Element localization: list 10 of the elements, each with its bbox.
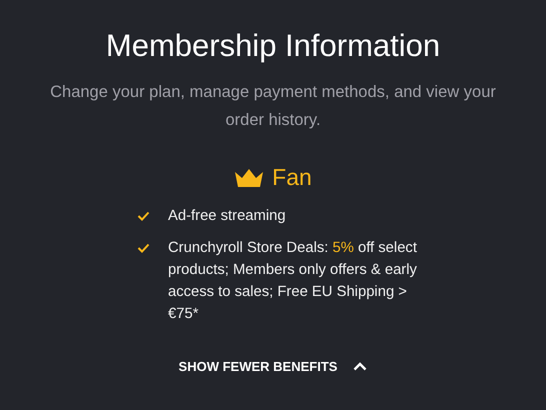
plan-name: Fan (272, 164, 312, 191)
benefit-text: Crunchyroll Store Deals: 5% off select products; Members only offers & early access to sales; Free EU Shipping > €75* (168, 239, 418, 324)
show-fewer-benefits-button[interactable]: SHOW FEWER BENEFITS (174, 357, 372, 376)
benefit-text: Ad-free streaming (168, 207, 287, 226)
check-icon (137, 211, 150, 221)
crown-icon (234, 168, 264, 188)
page-subtitle: Change your plan, manage payment methods, and view your order history. (49, 82, 497, 131)
check-icon (137, 243, 150, 253)
page-title: Membership Information (106, 28, 440, 64)
chevron-up-icon (353, 362, 368, 371)
